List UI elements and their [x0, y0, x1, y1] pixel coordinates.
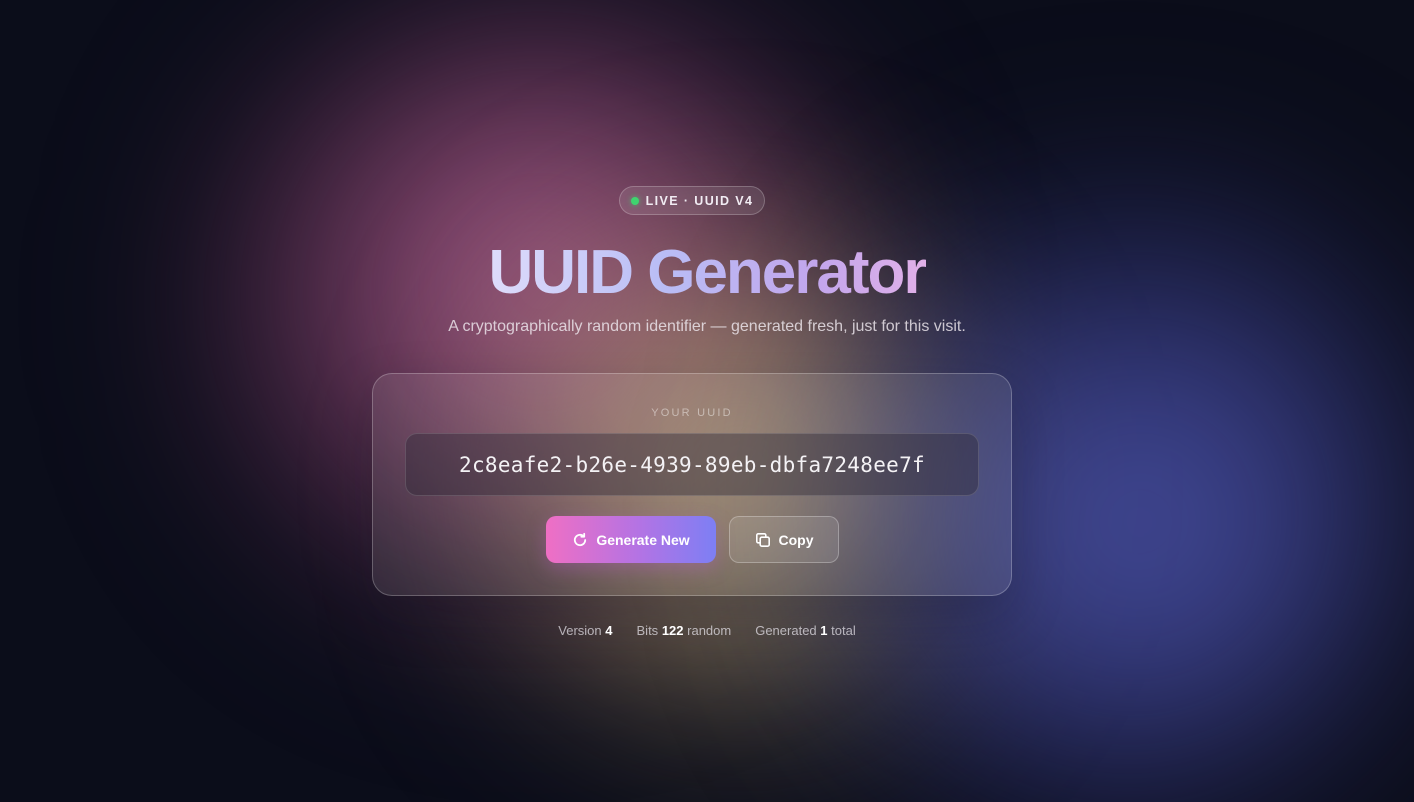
copy-icon	[755, 532, 771, 548]
uuid-card: YOUR UUID 2c8eafe2-b26e-4939-89eb-dbfa72…	[372, 373, 1012, 596]
stats-bar: Version 4 Bits 122 random Generated 1 to…	[0, 623, 1414, 638]
refresh-icon	[572, 532, 588, 548]
stat-generated: Generated 1 total	[755, 623, 856, 638]
live-badge: LIVE · UUID V4	[619, 186, 765, 215]
stat-bits: Bits 122 random	[636, 623, 732, 638]
uuid-card-label: YOUR UUID	[651, 407, 733, 419]
main-content: LIVE · UUID V4 UUID Generator A cryptogr…	[0, 0, 1414, 802]
generate-new-label: Generate New	[596, 531, 690, 548]
generate-new-button[interactable]: Generate New	[546, 516, 716, 563]
stat-bits-value: 122	[661, 623, 684, 638]
stat-version-value: 4	[605, 623, 613, 638]
stat-generated-value: 1	[820, 623, 828, 638]
copy-button[interactable]: Copy	[729, 516, 839, 563]
page-subtitle: A cryptographically random identifier — …	[448, 318, 966, 335]
copy-label: Copy	[778, 531, 814, 548]
live-badge-label: LIVE · UUID V4	[645, 193, 754, 208]
stat-version: Version 4	[558, 623, 613, 638]
live-status-dot	[630, 196, 639, 205]
page-title: UUID Generator	[488, 238, 927, 307]
uuid-display[interactable]: 2c8eafe2-b26e-4939-89eb-dbfa7248ee7f	[405, 433, 979, 496]
